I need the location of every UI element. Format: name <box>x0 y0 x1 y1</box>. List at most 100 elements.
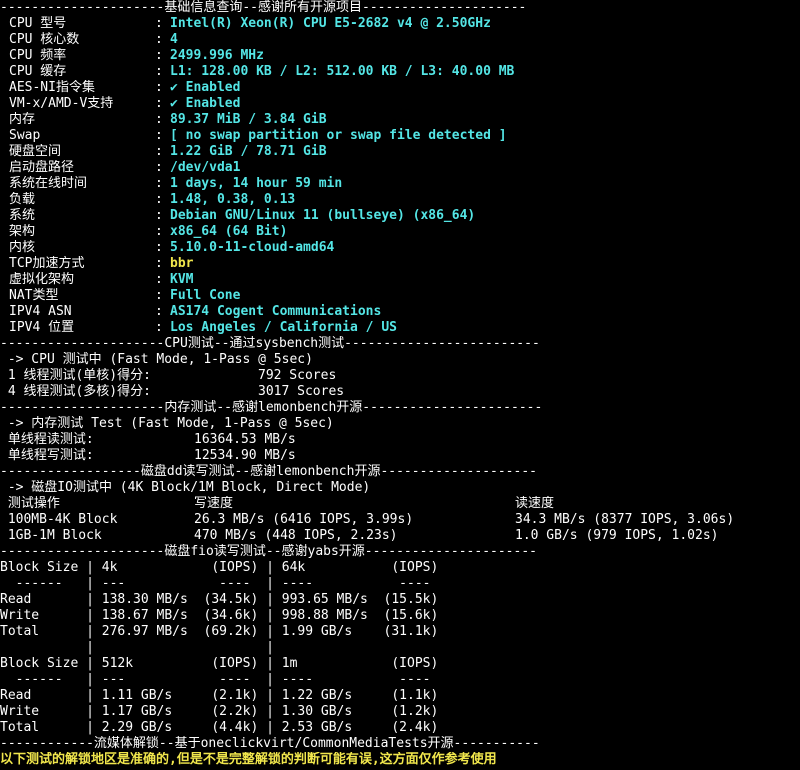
dd-row-4k-write: 26.3 MB/s (6416 IOPS, 3.99s) <box>194 512 414 527</box>
sysinfo-value: KVM <box>170 272 194 287</box>
sysinfo-row: 负载:1.48, 0.38, 0.13 <box>0 192 800 208</box>
dd-col-read: 读速度 <box>515 496 555 511</box>
dd-test-header: -> 磁盘IO测试中 (4K Block/1M Block, Direct Mo… <box>0 480 371 495</box>
section-header-fio-test: ---------------------磁盘fio读写测试--感谢yabs开源… <box>0 544 537 559</box>
sysinfo-key: TCP加速方式 <box>9 256 85 271</box>
sysinfo-row: CPU 核心数:4 <box>0 32 800 48</box>
sysinfo-separator: : <box>155 144 163 159</box>
cpu-single-core-row: 1 线程测试(单核)得分: 792 Scores <box>0 368 800 384</box>
fio-line: | | <box>0 640 274 655</box>
sysinfo-value: ✔ Enabled <box>170 80 241 95</box>
sysinfo-key: CPU 频率 <box>9 48 67 63</box>
sysinfo-key: 虚拟化架构 <box>9 272 75 287</box>
cpu-single-label: 1 线程测试(单核)得分: <box>0 368 151 383</box>
sysinfo-value: 5.10.0-11-cloud-amd64 <box>170 240 335 255</box>
sysinfo-row: Swap: [ no swap partition or swap file de… <box>0 128 800 144</box>
sysinfo-separator: : <box>155 160 163 175</box>
dd-col-operation: 测试操作 <box>0 496 60 511</box>
sysinfo-separator: : <box>155 320 163 335</box>
dd-row-1m-write: 470 MB/s (448 IOPS, 2.23s) <box>194 528 398 543</box>
sysinfo-value: /dev/vda1 <box>170 160 241 175</box>
sysinfo-separator: : <box>155 48 163 63</box>
memory-test-header: -> 内存测试 Test (Fast Mode, 1-Pass @ 5sec) <box>0 416 334 431</box>
dd-col-write: 写速度 <box>194 496 234 511</box>
sysinfo-separator: : <box>155 240 163 255</box>
fio-line: Block Size | 512k (IOPS) | 1m (IOPS) <box>0 656 439 671</box>
fio-line: ------ | --- ---- | ---- ---- <box>0 576 431 591</box>
sysinfo-value: x86_64 (64 Bit) <box>170 224 288 239</box>
section-header-cpu-test: ---------------------CPU测试--通过sysbench测试… <box>0 336 540 351</box>
fio-line: Block Size | 4k (IOPS) | 64k (IOPS) <box>0 560 439 575</box>
fio-line: Read | 138.30 MB/s (34.5k) | 993.65 MB/s… <box>0 592 439 607</box>
dd-row-1m-op: 1GB-1M Block <box>0 528 102 543</box>
sysinfo-row: 架构: x86_64 (64 Bit) <box>0 224 800 240</box>
memory-read-label: 单线程读测试: <box>0 432 94 447</box>
dd-row-4k-read: 34.3 MB/s (8377 IOPS, 3.06s) <box>515 512 735 527</box>
sysinfo-key: 负载 <box>9 192 36 207</box>
sysinfo-row: 虚拟化架构: KVM <box>0 272 800 288</box>
memory-write-value: 12534.90 MB/s <box>194 448 296 463</box>
sysinfo-row: AES-NI指令集: ✔ Enabled <box>0 80 800 96</box>
cpu-multi-label: 4 线程测试(多核)得分: <box>0 384 151 399</box>
sysinfo-separator: : <box>155 176 163 191</box>
fio-line: Write | 138.67 MB/s (34.6k) | 998.88 MB/… <box>0 608 439 623</box>
sysinfo-key: IPV4 ASN <box>9 304 72 319</box>
dd-row-4k: 100MB-4K Block 26.3 MB/s (6416 IOPS, 3.99… <box>0 512 800 528</box>
sysinfo-value: Full Cone <box>170 288 241 303</box>
sysinfo-value: AS174 Cogent Communications <box>170 304 382 319</box>
sysinfo-value: 4 <box>170 32 178 47</box>
sysinfo-separator: : <box>155 64 163 79</box>
sysinfo-row: 硬盘空间:1.22 GiB / 78.71 GiB <box>0 144 800 160</box>
sysinfo-value: bbr <box>170 256 194 271</box>
sysinfo-separator: : <box>155 208 163 223</box>
sysinfo-key: 架构 <box>9 224 36 239</box>
sysinfo-row: CPU 型号: Intel(R) Xeon(R) CPU E5-2682 v4 @… <box>0 16 800 32</box>
sysinfo-key: 内核 <box>9 240 36 255</box>
sysinfo-value: 1 days, 14 hour 59 min <box>170 176 343 191</box>
sysinfo-value: Intel(R) Xeon(R) CPU E5-2682 v4 @ 2.50GH… <box>170 16 491 31</box>
cpu-multi-score: 3017 Scores <box>258 384 345 399</box>
sysinfo-row: 系统: Debian GNU/Linux 11 (bullseye) (x86_6… <box>0 208 800 224</box>
sysinfo-value: 1.22 GiB / 78.71 GiB <box>170 144 327 159</box>
sysinfo-key: CPU 核心数 <box>9 32 80 47</box>
fio-results-table: Block Size | 4k (IOPS) | 64k (IOPS) ----… <box>0 560 800 736</box>
memory-write-label: 单线程写测试: <box>0 448 94 463</box>
sysinfo-value: L1: 128.00 KB / L2: 512.00 KB / L3: 40.0… <box>170 64 515 79</box>
sysinfo-separator: : <box>155 272 163 287</box>
sysinfo-row: NAT类型: Full Cone <box>0 288 800 304</box>
sysinfo-row: IPV4 ASN: AS174 Cogent Communications <box>0 304 800 320</box>
cpu-multi-core-row: 4 线程测试(多核)得分: 3017 Scores <box>0 384 800 400</box>
sysinfo-separator: : <box>155 80 163 95</box>
sysinfo-value: [ no swap partition or swap file detecte… <box>170 128 507 143</box>
sysinfo-row: 内存:89.37 MiB / 3.84 GiB <box>0 112 800 128</box>
sysinfo-row: CPU 缓存: L1: 128.00 KB / L2: 512.00 KB / L… <box>0 64 800 80</box>
sysinfo-key: IPV4 位置 <box>9 320 75 335</box>
sysinfo-row: 系统在线时间:1 days, 14 hour 59 min <box>0 176 800 192</box>
sysinfo-key: 系统在线时间 <box>9 176 88 191</box>
fio-line: ------ | --- ---- | ---- ---- <box>0 672 431 687</box>
dd-columns-row: 测试操作 写速度 读速度 <box>0 496 800 512</box>
terminal-output: ---------------------基础信息查询--感谢所有开源项目---… <box>0 0 800 768</box>
sysinfo-value: ✔ Enabled <box>170 96 241 111</box>
sysinfo-separator: : <box>155 192 163 207</box>
sysinfo-key: 启动盘路径 <box>9 160 75 175</box>
cpu-single-score: 792 Scores <box>258 368 337 383</box>
dd-row-4k-op: 100MB-4K Block <box>0 512 118 527</box>
sysinfo-key: 硬盘空间 <box>9 144 62 159</box>
sysinfo-separator: : <box>155 288 163 303</box>
sysinfo-separator: : <box>155 256 163 271</box>
dd-row-1m-read: 1.0 GB/s (979 IOPS, 1.02s) <box>515 528 719 543</box>
media-unlock-warning: 以下测试的解锁地区是准确的,但是不是完整解锁的判断可能有误,这方面仅作参考使用 <box>0 752 497 767</box>
sysinfo-row: VM-x/AMD-V支持: ✔ Enabled <box>0 96 800 112</box>
fio-line: Total | 276.97 MB/s (69.2k) | 1.99 GB/s … <box>0 624 439 639</box>
sysinfo-row: CPU 频率:2499.996 MHz <box>0 48 800 64</box>
sysinfo-separator: : <box>155 16 163 31</box>
dd-row-1m: 1GB-1M Block 470 MB/s (448 IOPS, 2.23s) 1.… <box>0 528 800 544</box>
fio-line: Total | 2.29 GB/s (4.4k) | 2.53 GB/s (2.… <box>0 720 439 735</box>
sysinfo-value: 2499.996 MHz <box>170 48 264 63</box>
sysinfo-separator: : <box>155 304 163 319</box>
sysinfo-row: TCP加速方式: bbr <box>0 256 800 272</box>
section-header-dd-test: ------------------磁盘dd读写测试--感谢lemonbench… <box>0 464 537 479</box>
memory-read-row: 单线程读测试: 16364.53 MB/s <box>0 432 800 448</box>
section-header-media-unlock: ------------流媒体解锁--基于oneclickvirt/Common… <box>0 736 540 751</box>
